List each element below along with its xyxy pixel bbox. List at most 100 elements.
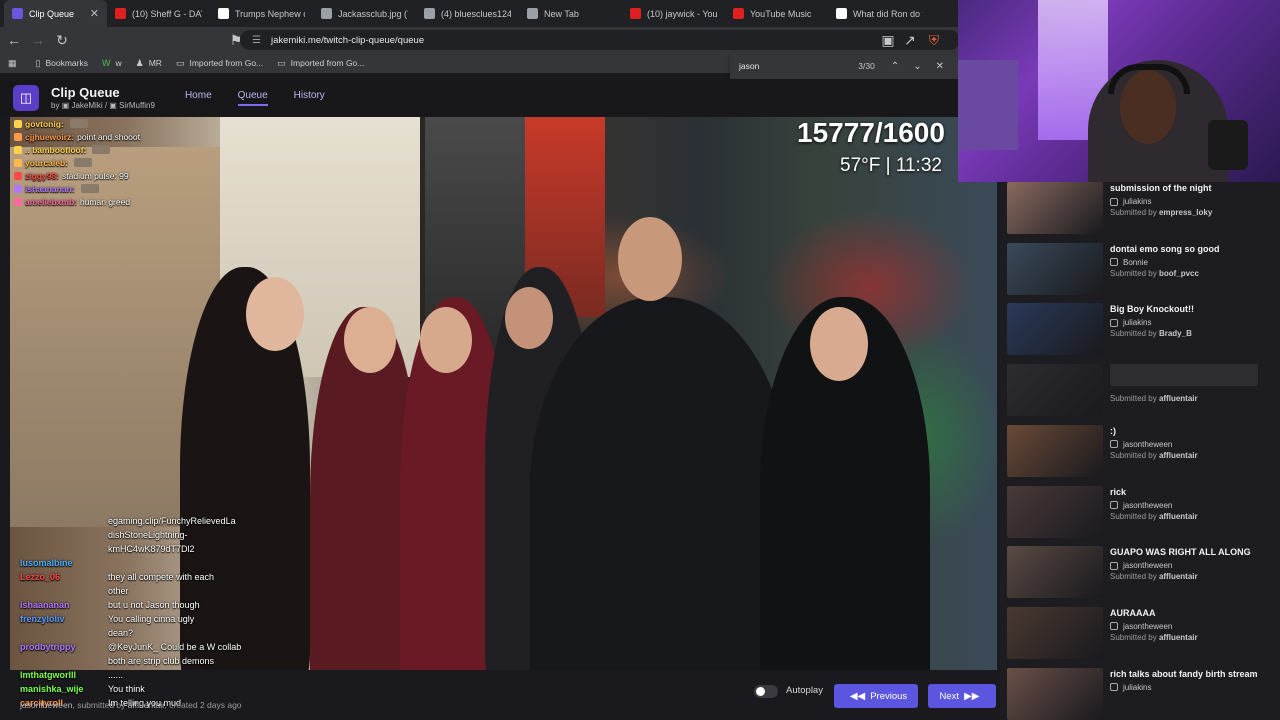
- tab-title: What did Ron do to: [853, 8, 923, 19]
- browser-tab[interactable]: YouTube Music: [725, 0, 828, 27]
- person-face: [618, 217, 682, 301]
- clip-thumbnail[interactable]: [1007, 182, 1103, 234]
- queue-item-title: :): [1110, 425, 1116, 436]
- submitted-prefix: Submitted by: [1110, 268, 1157, 278]
- chat-username: lusomalbine: [20, 558, 73, 568]
- clip-thumbnail[interactable]: [1007, 485, 1103, 538]
- nav-history[interactable]: History: [294, 90, 325, 106]
- mr-icon: ♟: [135, 57, 144, 68]
- bookmark-item[interactable]: Ww: [102, 58, 122, 68]
- chat-message: both are strip club demons: [20, 654, 278, 668]
- share-icon[interactable]: ↗: [900, 30, 920, 50]
- queue-item[interactable]: dontai emo song so good Bonnie Submitted b…: [1007, 242, 1269, 297]
- next-button[interactable]: Next ▶▶: [928, 684, 996, 708]
- site-info-icon[interactable]: ☰: [252, 35, 261, 46]
- queue-item[interactable]: Submitted by affluentair: [1007, 364, 1269, 418]
- clip-info: jasontheween, submitted by affluentair, …: [20, 700, 242, 710]
- previous-button[interactable]: ◀◀ Previous: [834, 684, 918, 708]
- brand: Clip Queue by ▣ JakeMiki / ▣ SirMuffin9: [51, 85, 155, 110]
- browser-tab[interactable]: Trumps Nephew on: [210, 0, 313, 27]
- queue-item[interactable]: submission of the night juliakins Submitte…: [1007, 182, 1269, 236]
- chat-text: [108, 556, 278, 570]
- chat-message: ziggy98: stadium pulse: 99: [14, 169, 140, 182]
- tab-title: (4) bluesclues124's: [441, 8, 511, 19]
- browser-tab[interactable]: New Tab: [519, 0, 622, 27]
- browser-tab[interactable]: Clip Queue ✕: [4, 0, 107, 27]
- clip-thumbnail[interactable]: [1007, 606, 1103, 659]
- twitch-icon: [1110, 622, 1118, 631]
- queue-item-text: GUAPO WAS RIGHT ALL ALONG jasontheween Sub…: [1110, 546, 1266, 600]
- queue-item-title: rick: [1110, 486, 1127, 497]
- clip-thumbnail[interactable]: [1007, 242, 1103, 295]
- browser-tab[interactable]: (10) jaywick - YouTu: [622, 0, 725, 27]
- chat-username: [20, 514, 108, 528]
- reload-icon[interactable]: ↻: [52, 30, 72, 50]
- clip-channel[interactable]: jasontheween: [20, 700, 72, 710]
- brave-shield-icon[interactable]: ⛨: [924, 30, 944, 50]
- extensions-icon[interactable]: ▣: [878, 30, 898, 50]
- nav-home[interactable]: Home: [185, 90, 212, 106]
- twitch-icon: [1110, 318, 1118, 327]
- channel-name: juliakins: [1123, 682, 1152, 692]
- bookmark-item[interactable]: ▭ Imported from Go...: [277, 58, 364, 69]
- queue-item[interactable]: rich talks about fandy birth stream julia…: [1007, 667, 1269, 720]
- queue-item-submitter: Submitted by affluentair: [1110, 633, 1266, 642]
- bookmark-item[interactable]: ♟ MR: [136, 58, 162, 69]
- person-silhouette: [530, 297, 790, 670]
- address-bar[interactable]: ☰ jakemiki.me/twitch-clip-queue/queue: [240, 30, 960, 50]
- author-link-2[interactable]: SirMuffin9: [119, 101, 155, 110]
- browser-tab[interactable]: Jackassclub.jpg (76: [313, 0, 416, 27]
- find-prev-icon[interactable]: ⌃: [891, 61, 899, 72]
- streamer-webcam: [958, 0, 1280, 182]
- browser-tab[interactable]: What did Ron do to: [828, 0, 931, 27]
- back-icon[interactable]: ←: [4, 30, 24, 50]
- author-link-1[interactable]: JakeMiki: [71, 101, 102, 110]
- bookmark-item[interactable]: ▯ Bookmarks: [36, 58, 88, 69]
- clip-thumbnail[interactable]: [1007, 424, 1103, 477]
- chat-message: prodbytrippy @KeyJunK_ Could be a W colla…: [20, 640, 278, 654]
- find-close-icon[interactable]: ✕: [936, 61, 944, 72]
- nav-queue[interactable]: Queue: [237, 90, 268, 106]
- chat-message: Lezzo_06 they all compete with each: [20, 570, 278, 584]
- find-next-icon[interactable]: ⌄: [913, 61, 921, 72]
- queue-item[interactable]: GUAPO WAS RIGHT ALL ALONG jasontheween Sub…: [1007, 546, 1269, 600]
- tab-favicon-icon: [218, 8, 229, 19]
- find-input[interactable]: jason: [739, 61, 858, 71]
- tab-favicon-icon: [321, 8, 332, 19]
- clip-thumbnail[interactable]: [1007, 546, 1103, 599]
- queue-item[interactable]: :) jasontheween Submitted by affluentair: [1007, 424, 1269, 479]
- browser-tab[interactable]: (10) Sheff G - DAY N: [107, 0, 210, 27]
- queue-item-text: AURAAAA jasontheween Submitted by affluent…: [1110, 607, 1266, 661]
- bookmark-item[interactable]: ▭ Imported from Go...: [176, 58, 263, 69]
- app-nav: Home Queue History: [185, 90, 351, 106]
- clip-queue-logo-icon[interactable]: ◫: [13, 84, 39, 111]
- fast-forward-icon: ▶▶: [964, 690, 980, 702]
- clip-thumbnail[interactable]: [1007, 303, 1103, 356]
- queue-item-channel: jasontheween: [1110, 440, 1266, 449]
- twitch-icon: ▣: [109, 101, 117, 110]
- queue-item-submitter: Submitted by boof_pvcc: [1110, 269, 1266, 278]
- queue-item-submitter: Submitted by affluentair: [1110, 512, 1266, 521]
- clip-thumbnail[interactable]: [1007, 364, 1103, 417]
- forward-icon[interactable]: →: [28, 30, 48, 50]
- clip-submitter[interactable]: affluentair: [128, 700, 165, 710]
- queue-item[interactable]: rick jasontheween Submitted by affluentair: [1007, 485, 1269, 540]
- queue-item-text: :) jasontheween Submitted by affluentair: [1110, 425, 1266, 479]
- apps-grid-icon[interactable]: ▦: [8, 58, 22, 69]
- bookmark-label: Imported from Go...: [290, 58, 365, 68]
- autoplay-toggle[interactable]: [754, 685, 778, 698]
- browser-tab[interactable]: (4) bluesclues124's: [416, 0, 519, 27]
- chat-text: egaming.clip/FunchyRelievedLa: [108, 516, 236, 526]
- clip-thumbnail[interactable]: [1007, 667, 1103, 720]
- queue-item[interactable]: Big Boy Knockout!! juliakins Submitted by …: [1007, 303, 1269, 357]
- person-face: [420, 307, 472, 373]
- person-face: [505, 287, 553, 349]
- queue-item-title: GUAPO WAS RIGHT ALL ALONG: [1110, 547, 1251, 558]
- w-icon: W: [101, 58, 111, 68]
- bookmark-folder-icon: ▯: [35, 57, 41, 68]
- tab-close-icon[interactable]: ✕: [90, 7, 99, 20]
- queue-item[interactable]: AURAAAA jasontheween Submitted by affluent…: [1007, 606, 1269, 661]
- bookmark-label: w: [115, 58, 122, 68]
- chat-text: but u not Jason though: [108, 600, 200, 610]
- chat-username: ishaananan:: [25, 183, 75, 194]
